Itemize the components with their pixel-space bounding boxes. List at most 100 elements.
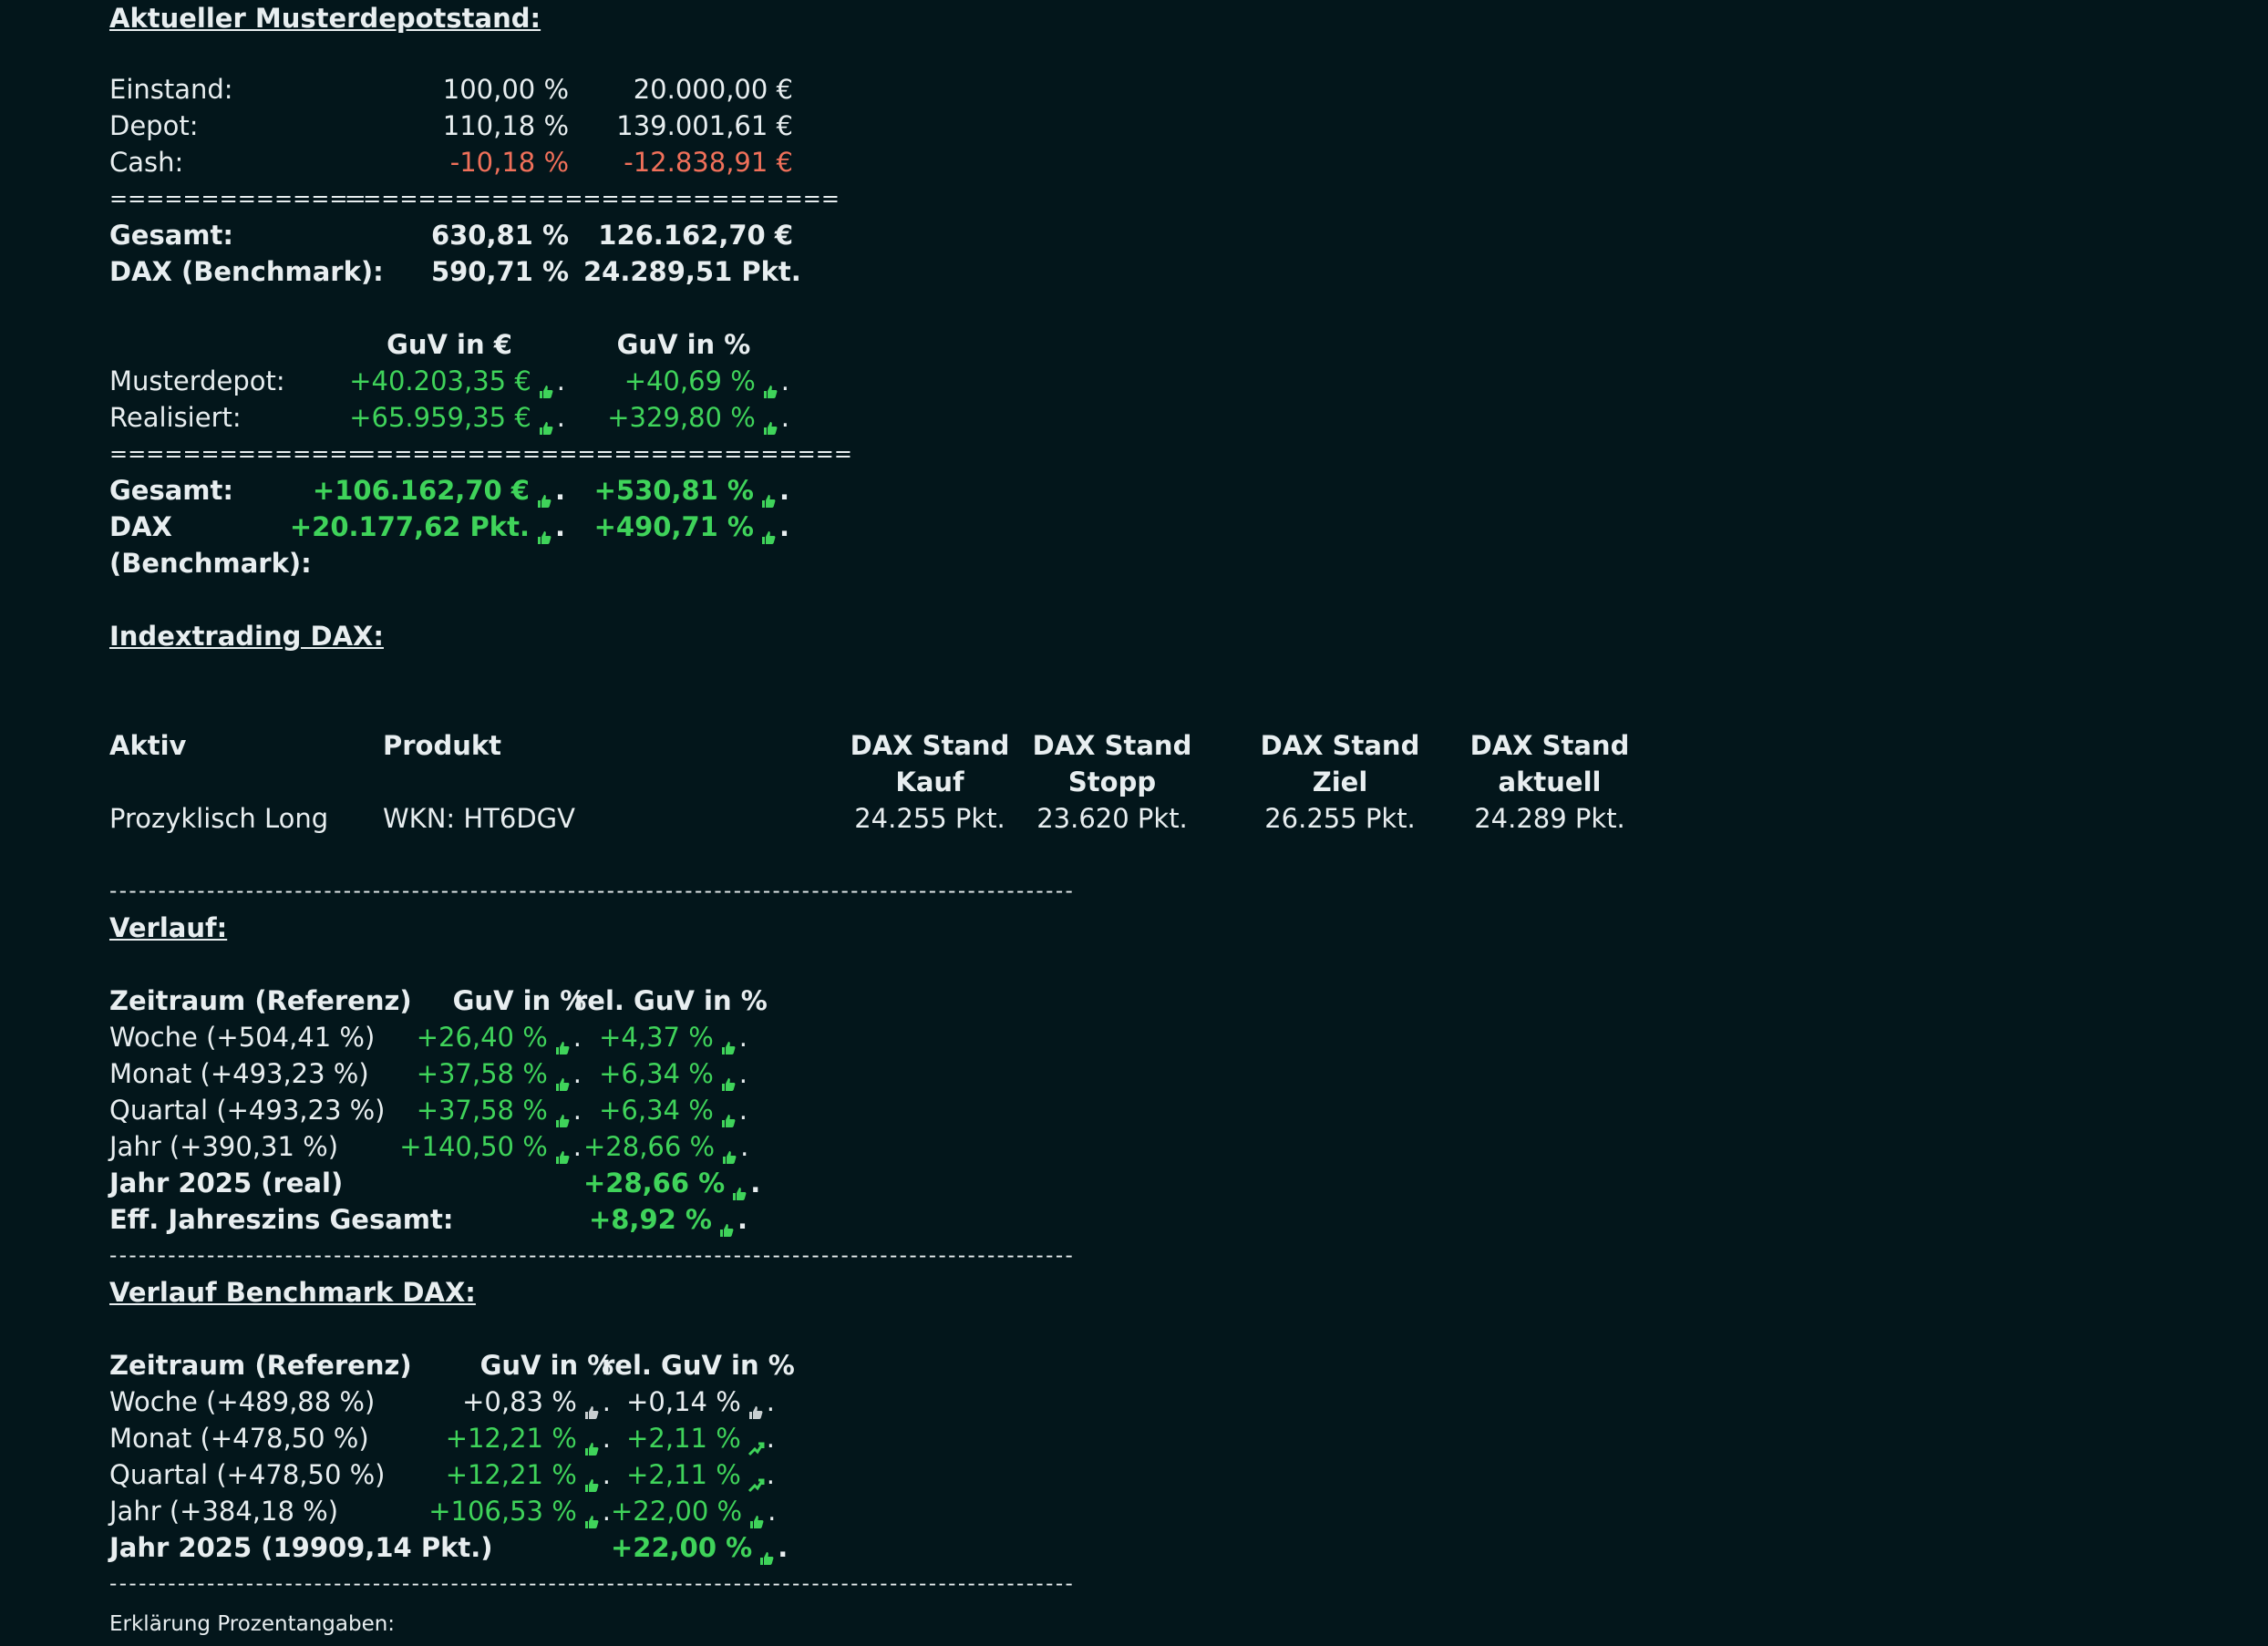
verlauf-rel-value: +28,66 %	[583, 1131, 716, 1162]
verlauf-rel-monat: +6,34 %.	[583, 1055, 747, 1092]
bench-label-jahr: Jahr (+384,18 %)	[109, 1496, 339, 1527]
trend-up-icon	[747, 1431, 765, 1456]
dot: .	[554, 511, 565, 542]
thumb-up-icon	[582, 1431, 601, 1456]
dot: .	[766, 1386, 775, 1417]
bench-rel-woche: +0,14 %.	[611, 1384, 775, 1420]
thumb-up-icon	[759, 483, 778, 508]
dot: .	[778, 511, 789, 542]
thumb-neutral-icon	[582, 1394, 601, 1419]
bench-label-jahr-2025: Jahr 2025 (19909,14 Pkt.)	[109, 1532, 493, 1563]
dot: .	[750, 1168, 761, 1198]
thumb-up-icon	[747, 1504, 766, 1528]
dot: .	[572, 1095, 582, 1126]
thumb-up-icon	[761, 410, 779, 435]
guv-total-pct: +530,81 %.	[565, 472, 789, 509]
verlauf-rel-value: +28,66 %	[583, 1168, 726, 1198]
thumb-neutral-icon	[747, 1394, 765, 1419]
guv-total-pct-value: +530,81 %	[593, 475, 754, 506]
verlauf-label-jahr-real: Jahr 2025 (real)	[109, 1168, 344, 1198]
bench-label-woche: Woche (+489,88 %)	[109, 1386, 376, 1417]
guv-eur-musterdepot: +40.203,35 €.	[273, 363, 565, 399]
guv-eur-value: +40.203,35 €	[349, 365, 531, 396]
bench-guv-monat: +12,21 %.	[410, 1420, 611, 1456]
depot-pct-cash: -10,18 %	[449, 147, 569, 178]
dot: .	[780, 402, 789, 433]
bench-rel-value: +22,00 %	[611, 1496, 743, 1527]
bench-guv-value: +12,21 %	[445, 1423, 577, 1454]
dot: .	[572, 1058, 582, 1089]
verlauf-guv-quartal: +37,58 %.	[383, 1092, 582, 1128]
dot: .	[738, 1058, 747, 1089]
dot: .	[737, 1204, 747, 1235]
depot-separator-right: ===========================	[345, 186, 840, 211]
bench-rel-value: +0,14 %	[626, 1386, 741, 1417]
dot: .	[602, 1386, 611, 1417]
thumb-up-icon	[719, 1030, 737, 1054]
thumb-up-icon	[535, 520, 553, 544]
depot-dax-pct: 590,71 %	[430, 256, 569, 287]
guv-pct-value: +40,69 %	[624, 365, 756, 396]
depot-dax-val: 24.289,51 Pkt.	[583, 256, 801, 287]
thumb-up-icon	[582, 1467, 601, 1492]
verlauf-label-woche: Woche (+504,41 %)	[109, 1022, 376, 1053]
verlauf-rel-quartal: +6,34 %.	[583, 1092, 747, 1128]
index-col-aktuell: DAX Stand	[1469, 730, 1630, 761]
verlauf-heading: Verlauf:	[109, 912, 228, 943]
depot-val-einstand: 20.000,00 €	[633, 74, 793, 105]
dot: .	[572, 1022, 582, 1053]
bench-heading: Verlauf Benchmark DAX:	[109, 1277, 476, 1308]
guv-label-realisiert: Realisiert:	[109, 402, 242, 433]
index-col-stopp: DAX Stand	[1032, 730, 1192, 761]
guv-head-eur: GuV in €	[387, 329, 512, 360]
dot: .	[778, 475, 789, 506]
guv-head-pct: GuV in %	[616, 329, 751, 360]
depot-label-depot: Depot:	[109, 110, 199, 141]
index-row-aktuell: 24.289 Pkt.	[1474, 803, 1625, 834]
bench-rel-value: +2,11 %	[626, 1459, 741, 1490]
bench-label-monat: Monat (+478,50 %)	[109, 1423, 369, 1454]
dot: .	[556, 402, 565, 433]
thumb-up-icon	[720, 1139, 738, 1164]
bench-head-zeitraum: Zeitraum (Referenz)	[109, 1350, 412, 1381]
verlauf-label-monat: Monat (+493,23 %)	[109, 1058, 369, 1089]
depot-label-einstand: Einstand:	[109, 74, 233, 105]
divider-dashes: ----------------------------------------…	[109, 880, 1076, 903]
thumb-up-icon	[758, 1540, 776, 1565]
guv-dax-eur: +20.177,62 Pkt..	[273, 509, 565, 545]
guv-separator-left: ==============	[109, 441, 366, 467]
depot-val-depot: 139.001,61 €	[616, 110, 793, 141]
depot-val-cash: -12.838,91 €	[624, 147, 793, 178]
verlauf-rel-jahr-real: +28,66 %.	[583, 1165, 760, 1201]
index-row-stopp: 23.620 Pkt.	[1036, 803, 1188, 834]
guv-dax-label: DAX	[109, 511, 172, 542]
depot-dax-label: DAX (Benchmark):	[109, 256, 384, 287]
dot: .	[738, 1095, 747, 1126]
dot: .	[602, 1496, 611, 1527]
thumb-up-icon	[761, 374, 779, 398]
divider-dashes: ----------------------------------------…	[109, 1572, 1076, 1596]
verlauf-guv-woche: +26,40 %.	[383, 1019, 582, 1055]
guv-dax-label-2: (Benchmark):	[109, 548, 312, 579]
index-col-aktuell-2: aktuell	[1498, 766, 1602, 797]
thumb-up-icon	[553, 1139, 572, 1164]
verlauf-label-jahr: Jahr (+390,31 %)	[109, 1131, 339, 1162]
verlauf-guv-value: +37,58 %	[416, 1058, 548, 1089]
verlauf-guv-value: +37,58 %	[416, 1095, 548, 1126]
bench-rel-quartal: +2,11 %.	[611, 1456, 775, 1493]
bench-label-quartal: Quartal (+478,50 %)	[109, 1459, 386, 1490]
index-col-kauf-2: Kauf	[895, 766, 964, 797]
bench-rel-value: +2,11 %	[626, 1423, 741, 1454]
thumb-up-icon	[553, 1030, 572, 1054]
guv-eur-realisiert: +65.959,35 €.	[273, 399, 565, 436]
depot-label-cash: Cash:	[109, 147, 184, 178]
depot-separator-left: ==============	[109, 186, 366, 211]
verlauf-rel-value: +6,34 %	[599, 1095, 714, 1126]
index-row-kauf: 24.255 Pkt.	[854, 803, 1005, 834]
thumb-up-icon	[730, 1176, 748, 1200]
index-row-ziel: 26.255 Pkt.	[1264, 803, 1416, 834]
index-col-aktiv: Aktiv	[109, 730, 187, 761]
thumb-up-icon	[759, 520, 778, 544]
dot: .	[556, 365, 565, 396]
guv-dax-pct: +490,71 %.	[565, 509, 789, 545]
